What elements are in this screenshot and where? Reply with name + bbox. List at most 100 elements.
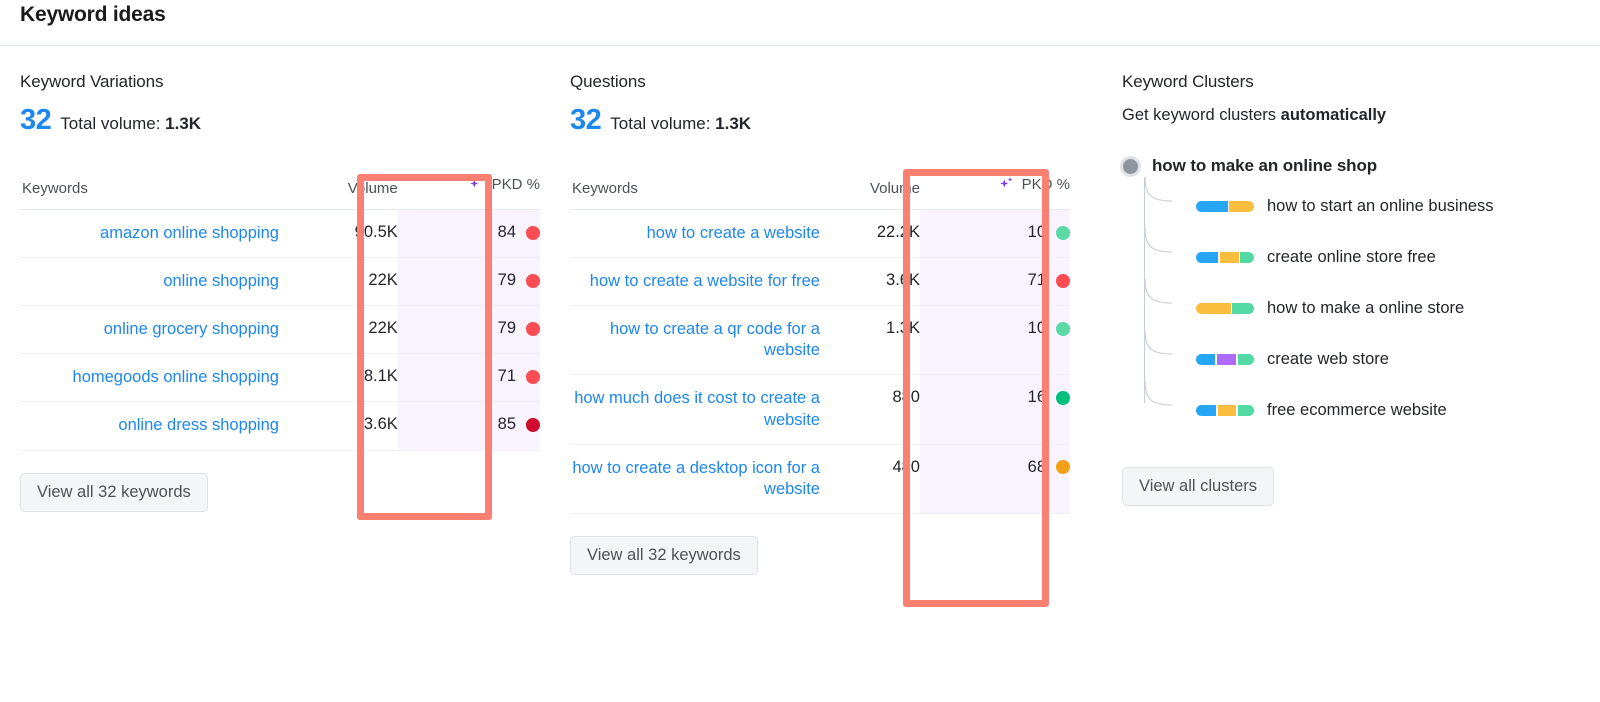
pkd-value: 68	[1028, 458, 1046, 477]
table-row: homegoods online shopping8.1K71	[20, 354, 540, 402]
cluster-root-label: how to make an online shop	[1152, 156, 1377, 176]
cluster-volume-bar-segment	[1238, 405, 1254, 416]
cell-volume: 3.6K	[279, 402, 398, 450]
cluster-branch-connector	[1144, 176, 1172, 206]
cluster-item-label: how to make a online store	[1267, 299, 1464, 318]
questions-count: 32	[570, 106, 601, 135]
cluster-volume-bar	[1196, 252, 1254, 263]
column-header-volume[interactable]: Volume	[820, 170, 920, 210]
cluster-volume-bar-segment	[1220, 252, 1239, 263]
cell-pkd: 71	[920, 258, 1070, 306]
view-all-keywords-questions-button[interactable]: View all 32 keywords	[570, 536, 758, 575]
cluster-item-label: how to start an online business	[1267, 197, 1494, 216]
pkd-difficulty-dot-icon	[526, 226, 540, 240]
keyword-link[interactable]: how to create a qr code for a website	[570, 319, 820, 361]
cell-volume: 22.2K	[820, 210, 920, 258]
cell-pkd: 85	[398, 402, 540, 450]
questions-total-volume: Total volume: 1.3K	[610, 114, 751, 134]
column-header-pkd[interactable]: PKD %	[398, 170, 540, 210]
column-header-volume[interactable]: Volume	[279, 170, 398, 210]
cluster-root-node[interactable]: how to make an online shop	[1122, 155, 1582, 177]
total-volume-label: Total volume:	[60, 114, 160, 133]
view-all-clusters-button[interactable]: View all clusters	[1122, 467, 1274, 506]
total-volume-label: Total volume:	[610, 114, 710, 133]
column-header-keywords[interactable]: Keywords	[570, 170, 820, 210]
cell-volume: 22K	[279, 258, 398, 306]
table-header-row: Keywords Volume PKD %	[570, 170, 1070, 210]
header-divider	[0, 45, 1600, 46]
cluster-item[interactable]: how to make a online store	[1144, 293, 1582, 323]
cell-pkd: 79	[398, 306, 540, 354]
table-row: amazon online shopping90.5K 84	[20, 210, 540, 258]
cell-volume: 1.3K	[820, 306, 920, 375]
column-header-pkd[interactable]: PKD %	[920, 170, 1070, 210]
pkd-difficulty-dot-icon	[1056, 226, 1070, 240]
total-volume-value: 1.3K	[165, 114, 201, 133]
column-header-pkd-label: PKD %	[492, 176, 540, 193]
cell-pkd: 10	[920, 306, 1070, 375]
cluster-item[interactable]: create web store	[1144, 344, 1582, 374]
cell-volume: 880	[820, 375, 920, 444]
keyword-link[interactable]: online grocery shopping	[104, 319, 279, 340]
pkd-difficulty-dot-icon	[1056, 322, 1070, 336]
table-row: online dress shopping3.6K 85	[20, 402, 540, 450]
cluster-volume-bar-segment	[1218, 405, 1237, 416]
cell-keyword: online shopping	[20, 258, 279, 306]
table-row: online grocery shopping22K79	[20, 306, 540, 354]
pkd-value: 71	[498, 367, 516, 386]
keyword-variations-section: Keyword Variations 32 Total volume: 1.3K…	[20, 72, 540, 512]
subtitle-prefix: Get keyword clusters	[1122, 106, 1281, 124]
cluster-volume-bar-segment	[1217, 354, 1237, 365]
subtitle-bold: automatically	[1281, 106, 1386, 124]
keyword-link[interactable]: how to create a desktop icon for a websi…	[570, 458, 820, 500]
pkd-value: 16	[1028, 388, 1046, 407]
column-header-keywords[interactable]: Keywords	[20, 170, 279, 210]
questions-rows: how to create a website22.2K10how to cre…	[570, 210, 1070, 514]
keyword-ideas-page: Keyword ideas Keyword Variations 32 Tota…	[0, 0, 1600, 702]
cell-volume: 3.6K	[820, 258, 920, 306]
cluster-volume-bar-segment	[1196, 303, 1231, 314]
cell-keyword: how to create a desktop icon for a websi…	[570, 444, 820, 513]
sparkle-icon	[468, 176, 485, 193]
table-row: how to create a website22.2K10	[570, 210, 1070, 258]
keyword-link[interactable]: how much does it cost to create a websit…	[570, 388, 820, 430]
pkd-value: 79	[498, 271, 516, 290]
cluster-volume-bar-segment	[1232, 303, 1254, 314]
cluster-item[interactable]: free ecommerce website	[1144, 395, 1582, 425]
pkd-value: 79	[498, 319, 516, 338]
cluster-item-label: create online store free	[1267, 248, 1436, 267]
cell-pkd: 10	[920, 210, 1070, 258]
keyword-variations-rows: amazon online shopping90.5K 84 online shop…	[20, 210, 540, 451]
questions-heading: Questions	[570, 72, 1070, 92]
cluster-root-dot-icon	[1120, 156, 1141, 177]
table-row: how to create a desktop icon for a websi…	[570, 444, 1070, 513]
table-row: online shopping22K 79	[20, 258, 540, 306]
cluster-volume-bar-segment	[1238, 354, 1254, 365]
keyword-variations-heading: Keyword Variations	[20, 72, 540, 92]
cell-volume: 480	[820, 444, 920, 513]
cluster-item[interactable]: how to start an online business	[1144, 191, 1582, 221]
cluster-item[interactable]: create online store free	[1144, 242, 1582, 272]
keyword-link[interactable]: homegoods online shopping	[73, 367, 279, 388]
keyword-link[interactable]: how to create a website	[647, 223, 820, 244]
pkd-value: 85	[498, 415, 516, 434]
pkd-value: 84	[498, 223, 516, 242]
cell-keyword: online dress shopping	[20, 402, 279, 450]
cell-keyword: how to create a website for free	[570, 258, 820, 306]
cluster-volume-bar-segment	[1240, 252, 1254, 263]
keyword-link[interactable]: online shopping	[163, 271, 279, 292]
view-all-keywords-variations-button[interactable]: View all 32 keywords	[20, 473, 208, 512]
keyword-link[interactable]: amazon online shopping	[100, 223, 279, 244]
cluster-volume-bar-segment	[1196, 201, 1228, 212]
questions-section: Questions 32 Total volume: 1.3K Keywords…	[570, 72, 1070, 575]
keyword-link[interactable]: online dress shopping	[118, 415, 279, 436]
cell-keyword: online grocery shopping	[20, 306, 279, 354]
cluster-branch-connector	[1144, 380, 1172, 410]
cluster-volume-bar	[1196, 201, 1254, 212]
cell-pkd: 16	[920, 375, 1070, 444]
cell-volume: 90.5K	[279, 210, 398, 258]
keyword-link[interactable]: how to create a website for free	[590, 271, 820, 292]
keyword-variations-stats: 32 Total volume: 1.3K	[20, 106, 540, 136]
table-header-row: Keywords Volume PKD %	[20, 170, 540, 210]
pkd-difficulty-dot-icon	[1056, 391, 1070, 405]
